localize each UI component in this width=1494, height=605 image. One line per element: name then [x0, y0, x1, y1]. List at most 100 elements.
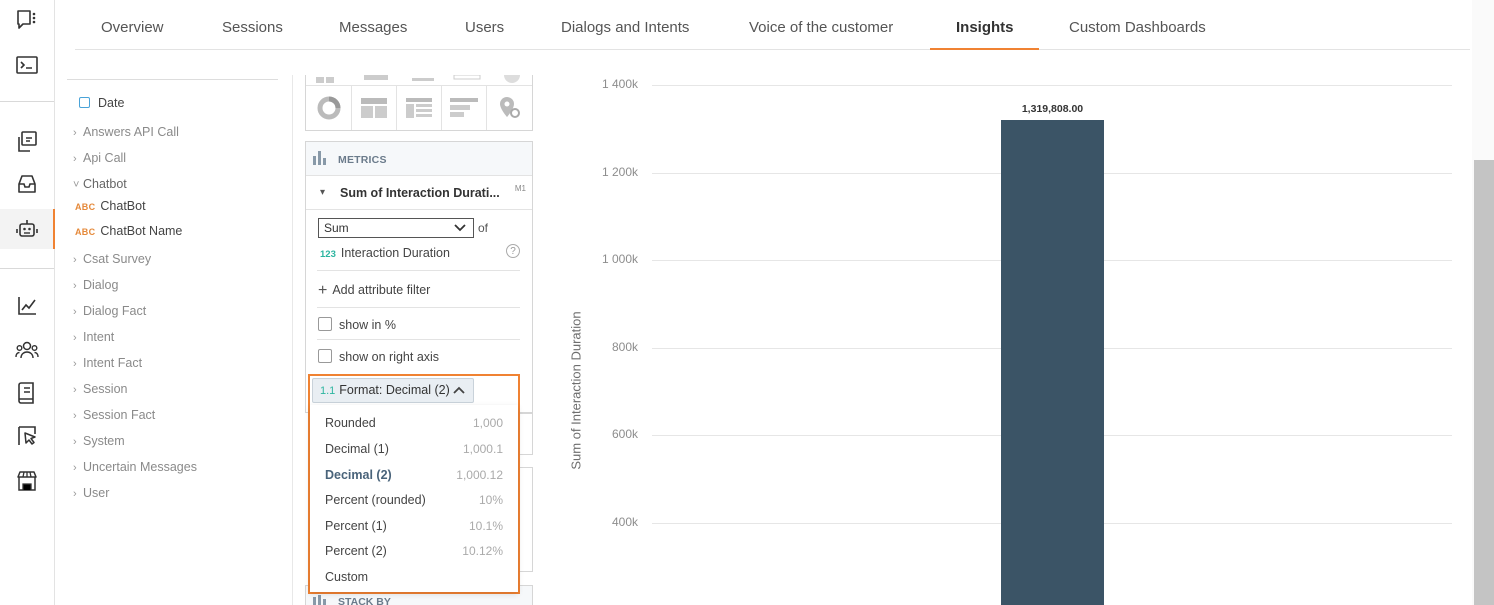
chevron-right-icon: › [73, 280, 77, 292]
catalog-group-label: User [83, 486, 110, 500]
geo-map-pin-icon[interactable] [486, 86, 531, 130]
tab-voice-of-the-customer[interactable]: Voice of the customer [749, 0, 893, 49]
cursor-select-icon[interactable] [0, 416, 54, 456]
line-chart-icon[interactable] [0, 286, 54, 326]
format-option-label: Percent (rounded) [325, 493, 426, 507]
page-scrollbar-thumb[interactable] [1474, 160, 1494, 605]
catalog-group-label: Session Fact [83, 408, 156, 422]
y-axis-label: Sum of Interaction Duration [568, 311, 584, 470]
catalog-group-user[interactable]: › User [73, 486, 109, 500]
chevron-down-icon[interactable]: ▾ [320, 187, 325, 198]
chevron-right-icon: › [73, 332, 77, 344]
catalog-group-answers-api-call[interactable]: › Answers API Call [73, 125, 179, 139]
conversation-icon[interactable] [0, 122, 54, 162]
panel-edge [519, 467, 533, 572]
catalog-group-session-fact[interactable]: › Session Fact [73, 408, 155, 422]
add-attribute-filter-button[interactable]: + Add attribute filter [318, 282, 430, 300]
catalog-group-system[interactable]: › System [73, 434, 125, 448]
table-chart-icon[interactable] [351, 86, 396, 130]
donut-chart-icon[interactable] [306, 86, 351, 130]
chevron-down-icon [454, 224, 466, 232]
aggregation-select[interactable]: Sum [318, 218, 474, 238]
format-option-label: Rounded [325, 416, 376, 430]
show-in-percent-checkbox[interactable] [318, 317, 332, 331]
chevron-down-icon: ˅ [73, 179, 80, 191]
bar-chart-icon [313, 151, 326, 165]
bar[interactable] [1001, 120, 1104, 605]
catalog-item-label: Date [98, 96, 125, 110]
gridline [652, 85, 1452, 86]
format-icon: 1.1 [320, 385, 336, 397]
tab-users[interactable]: Users [465, 0, 504, 49]
catalog-group-intent-fact[interactable]: › Intent Fact [73, 356, 142, 370]
catalog-group-session[interactable]: › Session [73, 382, 127, 396]
catalog-group-label: System [83, 434, 125, 448]
tab-dialogs-and-intents[interactable]: Dialogs and Intents [561, 0, 689, 49]
catalog-group-api-call[interactable]: › Api Call [73, 151, 126, 165]
y-tick-label: 1 200k [601, 164, 638, 179]
show-on-right-axis-label: show on right axis [339, 350, 440, 364]
format-option-rounded[interactable]: Rounded 1,000 [325, 416, 503, 436]
catalog-group-label: Answers API Call [83, 125, 179, 139]
pivot-table-icon[interactable] [396, 86, 441, 130]
catalog-group-label: Intent [83, 330, 115, 344]
format-option-label: Percent (1) [325, 519, 387, 533]
tab-insights[interactable]: Insights [930, 0, 1038, 50]
metric-item-m1[interactable]: ▾ Sum of Interaction Durati... M1 [306, 176, 532, 210]
format-option-custom[interactable]: Custom [325, 570, 503, 590]
catalog-item-chatbot-name[interactable]: ABC ChatBot Name [75, 224, 182, 238]
catalog-group-label: Api Call [83, 151, 127, 165]
metric-attribute[interactable]: 123 Interaction Duration [320, 246, 450, 260]
catalog-group-dialog-fact[interactable]: › Dialog Fact [73, 304, 146, 318]
help-icon[interactable]: ? [506, 244, 520, 258]
catalog-group-dialog[interactable]: › Dialog [73, 278, 118, 292]
catalog-item-label: ChatBot Name [100, 224, 183, 238]
catalog-item-chatbot[interactable]: ABC ChatBot [75, 199, 146, 213]
metric-id-badge: M1 [514, 184, 526, 193]
tab-overview[interactable]: Overview [101, 0, 164, 49]
format-option-label: Decimal (2) [325, 468, 392, 482]
catalog-group-chatbot[interactable]: ˅ Chatbot [73, 177, 127, 191]
catalog-group-label: Csat Survey [83, 252, 152, 266]
rail-separator [0, 268, 54, 269]
tab-custom-dashboards[interactable]: Custom Dashboards [1069, 0, 1206, 49]
format-option-decimal-2[interactable]: Decimal (2) 1,000.12 [325, 468, 503, 488]
calendar-icon [79, 97, 90, 108]
bullet-chart-icon[interactable] [441, 86, 486, 130]
robot-icon[interactable] [0, 209, 55, 249]
aggregation-value: Sum [324, 221, 349, 235]
chevron-right-icon: › [73, 306, 77, 318]
divider [317, 270, 520, 271]
format-option-percent-2[interactable]: Percent (2) 10.12% [325, 544, 503, 564]
metric-attribute-label: Interaction Duration [340, 246, 450, 260]
format-option-example: 1,000.1 [462, 442, 503, 456]
catalog-group-csat-survey[interactable]: › Csat Survey [73, 252, 151, 266]
catalog-group-uncertain-messages[interactable]: › Uncertain Messages [73, 460, 197, 474]
inbox-icon[interactable] [0, 164, 54, 204]
catalog-item-date[interactable]: Date [79, 96, 124, 110]
terminal-icon[interactable] [0, 45, 54, 85]
store-icon[interactable] [0, 461, 54, 501]
catalog-group-intent[interactable]: › Intent [73, 330, 114, 344]
format-option-decimal-1[interactable]: Decimal (1) 1,000.1 [325, 442, 503, 462]
number-type-badge: 123 [320, 249, 336, 260]
chevron-right-icon: › [73, 384, 77, 396]
chevron-up-icon [453, 386, 465, 394]
book-icon[interactable] [0, 373, 54, 413]
catalog-group-label: Intent Fact [83, 356, 143, 370]
format-option-label: Custom [325, 570, 369, 584]
tab-messages[interactable]: Messages [339, 0, 407, 49]
users-icon[interactable] [0, 330, 54, 370]
show-on-right-axis-checkbox[interactable] [318, 349, 332, 363]
catalog-group-label: Session [83, 382, 128, 396]
format-option-label: Decimal (1) [325, 442, 389, 456]
format-menu: Rounded 1,000 Decimal (1) 1,000.1 Decimal … [310, 405, 518, 592]
format-button[interactable]: 1.1 Format: Decimal (2) [312, 378, 474, 403]
format-option-percent-rounded[interactable]: Percent (rounded) 10% [325, 493, 503, 513]
format-option-example: 1,000.12 [456, 468, 503, 482]
tab-sessions[interactable]: Sessions [222, 0, 283, 49]
format-option-percent-1[interactable]: Percent (1) 10.1% [325, 519, 503, 539]
catalog-item-label: ChatBot [100, 199, 146, 213]
chat-dots-icon[interactable] [0, 0, 54, 40]
catalog-group-label: Chatbot [83, 177, 127, 191]
